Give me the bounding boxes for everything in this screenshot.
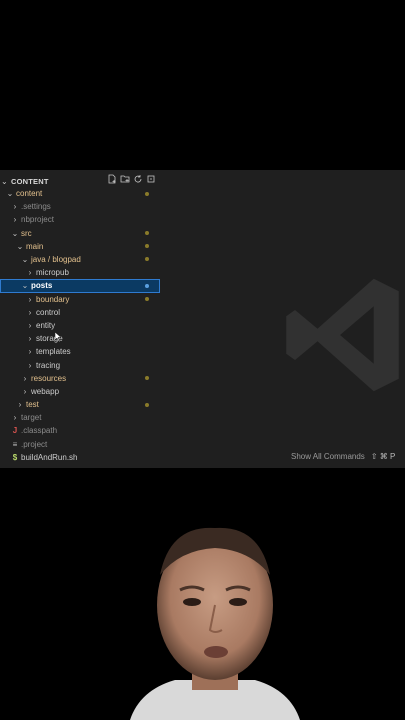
tree-item[interactable]: J .classpath <box>0 424 160 437</box>
vscode-window: ⌄ CONTENT ⌄ content › .settings › nbproject ⌄ s… <box>0 170 405 468</box>
explorer-header[interactable]: ⌄ CONTENT <box>0 174 160 188</box>
git-status-dot <box>145 244 149 249</box>
tree-item[interactable]: › boundary <box>0 293 160 306</box>
chevron-down-icon: ⌄ <box>6 189 14 199</box>
java-file-icon: J <box>12 426 18 436</box>
tree-item[interactable]: ⌄ src <box>0 227 160 240</box>
tree-item[interactable]: › .settings <box>0 200 160 213</box>
tree-item[interactable]: › target <box>0 411 160 424</box>
chevron-right-icon: › <box>28 320 32 330</box>
tree-item-label: .settings <box>21 202 51 212</box>
tree-item-label: boundary <box>36 294 70 304</box>
tree-item-label: src <box>21 228 32 238</box>
mouse-cursor-icon <box>55 332 62 342</box>
chevron-right-icon: › <box>13 215 17 225</box>
collapse-all-icon[interactable] <box>146 174 156 184</box>
tree-item[interactable]: › control <box>0 306 160 319</box>
chevron-right-icon: › <box>18 400 22 410</box>
tree-item[interactable]: ⌄ main <box>0 240 160 253</box>
editor-area <box>160 170 405 468</box>
tree-item[interactable]: › webapp <box>0 385 160 398</box>
tree-item[interactable]: ⌄ content <box>0 187 160 200</box>
tree-item[interactable]: › nbproject <box>0 213 160 226</box>
explorer-title: CONTENT <box>11 176 49 186</box>
tree-item-label: buildAndRun.sh <box>21 452 78 462</box>
show-all-commands-hint: Show All Commands ⇧ ⌘ P <box>291 452 395 461</box>
chevron-right-icon: › <box>28 294 32 304</box>
chevron-right-icon: › <box>28 360 32 370</box>
tree-item-label: test <box>26 400 39 410</box>
chevron-right-icon: › <box>28 347 32 357</box>
file-tree: ⌄ content › .settings › nbproject ⌄ src ⌄ main ⌄ ja… <box>0 187 160 464</box>
explorer-actions <box>107 174 156 184</box>
tree-item-label: nbproject <box>21 215 54 225</box>
list-file-icon: ≡ <box>12 439 18 449</box>
tree-item-label: content <box>16 189 43 199</box>
explorer-sidebar: ⌄ CONTENT ⌄ content › .settings › nbproject ⌄ s… <box>0 170 160 468</box>
refresh-icon[interactable] <box>133 174 143 184</box>
git-status-dot <box>145 191 149 196</box>
tree-item-label: target <box>21 413 42 423</box>
tree-item[interactable]: › templates <box>0 345 160 358</box>
git-status-dot <box>145 283 149 288</box>
tree-item-label: tracing <box>36 360 61 370</box>
git-status-dot <box>145 231 149 236</box>
tree-item[interactable]: ⌄ java / blogpad <box>0 253 160 266</box>
new-folder-icon[interactable] <box>120 174 130 184</box>
tree-item-label: main <box>26 241 44 251</box>
tree-item[interactable]: › tracing <box>0 358 160 371</box>
video-top-background <box>0 0 405 170</box>
chevron-right-icon: › <box>28 334 32 344</box>
git-status-dot <box>145 402 149 407</box>
tree-item[interactable]: › storage <box>0 332 160 345</box>
tree-item[interactable]: › test <box>0 398 160 411</box>
tree-item-label: .project <box>21 439 48 449</box>
chevron-down-icon: ⌄ <box>21 281 29 291</box>
tree-item[interactable]: › resources <box>0 372 160 385</box>
tree-item-label: micropub <box>36 268 69 278</box>
show-all-commands-label: Show All Commands <box>291 452 365 461</box>
chevron-down-icon: ⌄ <box>16 241 24 251</box>
tree-item-label: control <box>36 307 61 317</box>
tree-item[interactable]: › micropub <box>0 266 160 279</box>
chevron-down-icon: ⌄ <box>21 255 29 265</box>
tree-item[interactable]: › entity <box>0 319 160 332</box>
chevron-down-icon: ⌄ <box>11 228 19 238</box>
tree-item-label: webapp <box>31 386 60 396</box>
chevron-right-icon: › <box>13 202 17 212</box>
vscode-logo-icon <box>286 278 399 392</box>
tree-item[interactable]: ⌄ posts <box>0 279 160 293</box>
tree-item-label: templates <box>36 347 71 357</box>
shell-file-icon: $ <box>12 452 18 462</box>
chevron-right-icon: › <box>23 386 27 396</box>
tree-item-label: java / blogpad <box>31 255 81 265</box>
tree-item-label: .classpath <box>21 426 58 436</box>
chevron-right-icon: › <box>23 373 27 383</box>
chevron-right-icon: › <box>28 307 32 317</box>
tree-item-label: posts <box>31 281 53 291</box>
tree-item[interactable]: $ buildAndRun.sh <box>0 451 160 464</box>
tree-item-label: entity <box>36 320 56 330</box>
chevron-right-icon: › <box>28 268 32 278</box>
keyboard-shortcut: ⇧ ⌘ P <box>370 452 396 461</box>
git-status-dot <box>145 257 149 262</box>
new-file-icon[interactable] <box>107 174 117 184</box>
chevron-right-icon: › <box>13 413 17 423</box>
git-status-dot <box>145 297 149 301</box>
tree-item[interactable]: ≡ .project <box>0 438 160 451</box>
chevron-down-icon: ⌄ <box>1 176 8 186</box>
tree-item-label: resources <box>31 373 67 383</box>
git-status-dot <box>145 376 149 381</box>
presenter-webcam-image <box>130 527 300 720</box>
